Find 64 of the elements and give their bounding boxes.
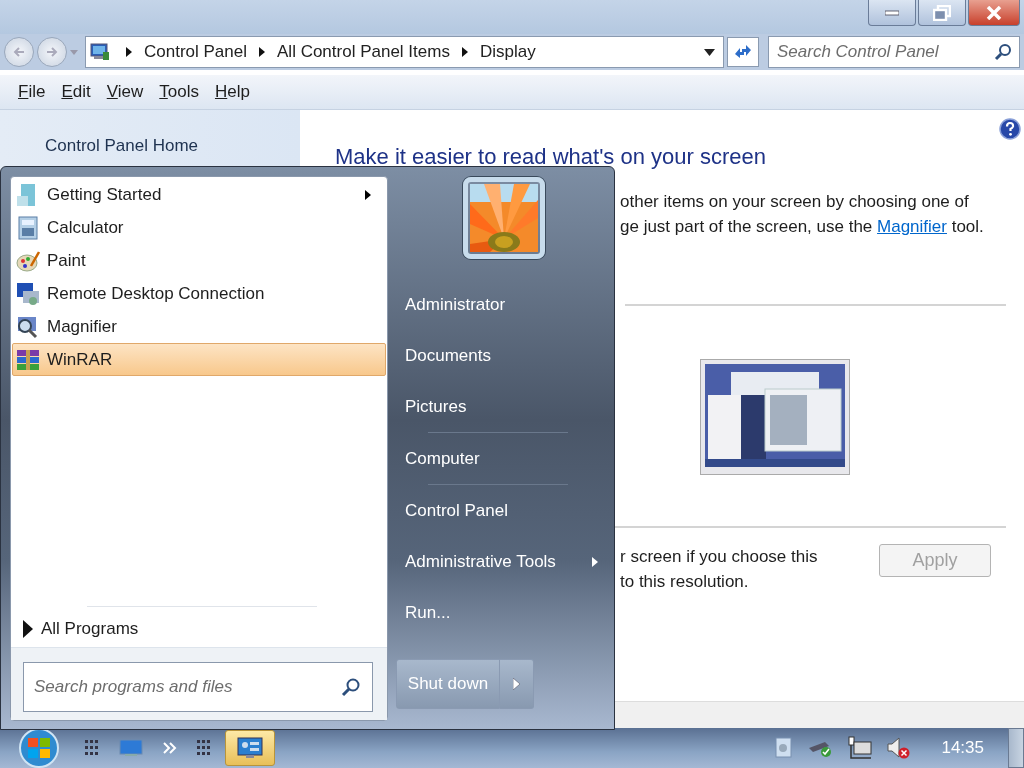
address-bar[interactable]: Control Panel All Control Panel Items Display: [85, 36, 724, 68]
all-programs-item[interactable]: All Programs: [11, 611, 387, 647]
program-item[interactable]: WinRAR: [12, 343, 386, 376]
start-menu-link[interactable]: Documents: [388, 330, 614, 381]
program-item[interactable]: Calculator: [12, 211, 386, 244]
breadcrumb[interactable]: Control Panel: [144, 42, 247, 62]
program-item[interactable]: Remote Desktop Connection: [12, 277, 386, 310]
description-text: ge just part of the screen, use the Magnifier tool.: [620, 216, 985, 238]
breadcrumb-arrow-icon[interactable]: [126, 47, 132, 57]
search-field[interactable]: Search Control Panel: [768, 36, 1020, 68]
control-panel-taskbar-button[interactable]: [225, 730, 275, 766]
minimize-icon: [885, 9, 899, 16]
menu-item[interactable]: View: [106, 82, 144, 102]
magnifier-link[interactable]: Magnifier: [877, 217, 947, 236]
restore-button[interactable]: [918, 0, 966, 26]
minimize-button[interactable]: [868, 0, 916, 26]
document-icon[interactable]: [773, 737, 794, 759]
grip-icon[interactable]: [197, 740, 211, 756]
resolution-note-text: r screen if you choose this: [620, 546, 818, 568]
program-item[interactable]: Magnifier: [12, 310, 386, 343]
expand-arrow-icon: [23, 620, 33, 638]
program-icon: [15, 214, 41, 241]
page-heading: Make it easier to read what's on your screen: [335, 144, 767, 170]
submenu-arrow-icon: [592, 556, 598, 567]
control-panel-icon: [237, 737, 263, 759]
program-item[interactable]: Paint: [12, 244, 386, 277]
start-menu-link[interactable]: Administrative Tools: [388, 536, 614, 587]
grip-icon[interactable]: [85, 740, 99, 756]
help-icon[interactable]: [999, 118, 1021, 140]
breadcrumb[interactable]: Display: [479, 42, 536, 62]
menu-item[interactable]: Tools: [159, 82, 199, 102]
sidebar-link[interactable]: Control Panel Home: [45, 136, 199, 155]
program-item[interactable]: Getting Started: [12, 178, 386, 211]
close-icon: [986, 5, 1002, 20]
search-icon: [341, 677, 361, 697]
refresh-button[interactable]: [727, 37, 759, 67]
forward-arrow-icon: [45, 46, 59, 58]
program-icon: [15, 280, 41, 307]
user-picture-frame[interactable]: [463, 177, 545, 259]
menu-item[interactable]: File: [18, 82, 46, 102]
restore-icon: [933, 4, 951, 21]
program-search-field[interactable]: Search programs and files: [23, 662, 373, 712]
start-menu-link[interactable]: Control Panel: [388, 485, 614, 536]
start-menu-link[interactable]: Run...: [388, 587, 614, 638]
resolution-note-text: to this resolution.: [620, 571, 750, 593]
network-icon[interactable]: [847, 736, 874, 760]
menu-item[interactable]: Edit: [61, 82, 91, 102]
breadcrumb[interactable]: All Control Panel Items: [277, 42, 450, 62]
start-menu-link[interactable]: Administrator: [388, 279, 614, 330]
show-desktop-button[interactable]: [1008, 728, 1024, 768]
address-dropdown-icon[interactable]: [704, 48, 715, 56]
breadcrumb-arrow-icon[interactable]: [259, 47, 265, 57]
muted-speaker-icon[interactable]: [887, 737, 912, 759]
control-panel-icon: [90, 43, 110, 61]
chevron-icon[interactable]: [163, 742, 177, 754]
caret-icon: [513, 678, 520, 690]
submenu-arrow-icon: [365, 189, 371, 200]
close-button[interactable]: [968, 0, 1020, 26]
back-arrow-icon: [12, 46, 26, 58]
breadcrumb-arrow-icon[interactable]: [461, 47, 468, 57]
search-icon: [994, 43, 1012, 61]
menu-item[interactable]: Help: [214, 82, 250, 102]
refresh-icon: [733, 44, 753, 60]
description-text: other items on your screen by choosing one of: [620, 191, 970, 213]
